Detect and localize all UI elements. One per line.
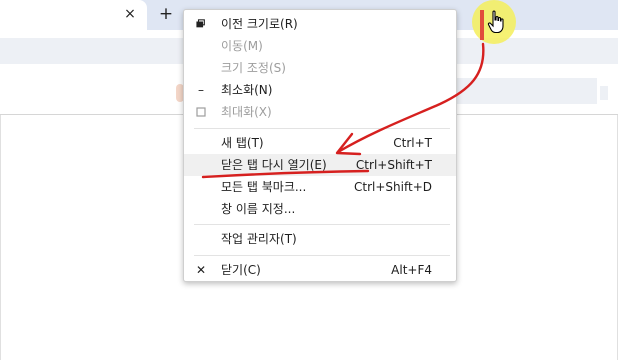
annotation-underline bbox=[201, 169, 370, 179]
annotation-overlay bbox=[201, 42, 485, 179]
annotation-arrow-curve bbox=[336, 42, 485, 154]
